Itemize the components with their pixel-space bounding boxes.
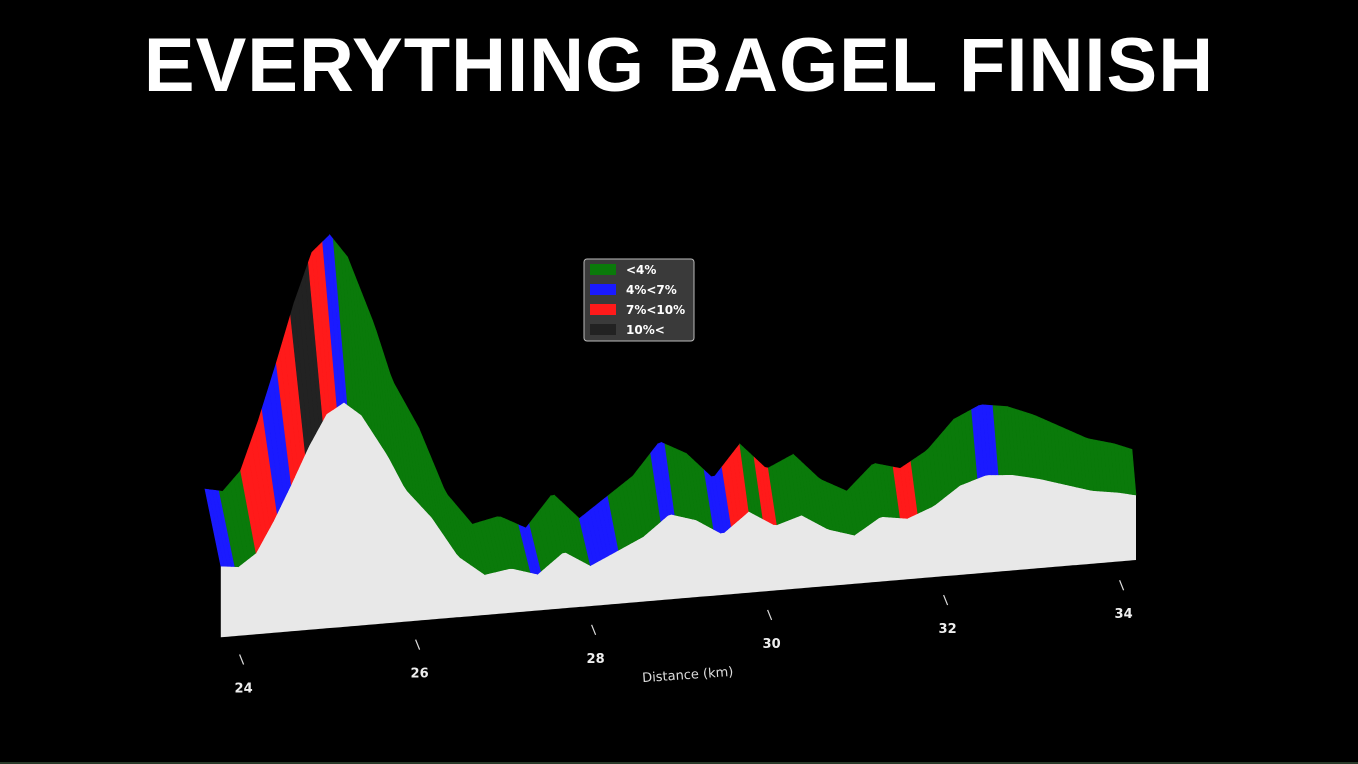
x-tick-label: 30 [763, 637, 781, 652]
x-tick-mark [1119, 580, 1125, 591]
x-tick-mark [767, 609, 773, 621]
x-tick-mark [415, 639, 421, 650]
legend: <4% 4%<7% 7%<10% 10%< [583, 258, 695, 342]
legend-swatch [590, 324, 616, 335]
x-tick-label: 34 [1115, 607, 1133, 622]
x-tick-mark [943, 594, 949, 606]
x-tick-label: 26 [411, 667, 429, 682]
x-tick-mark [239, 654, 245, 665]
legend-swatch [590, 304, 616, 315]
x-tick-label: 32 [939, 622, 957, 637]
legend-label: 7%<10% [626, 303, 685, 317]
legend-label: <4% [626, 263, 656, 277]
legend-label: 4%<7% [626, 283, 677, 297]
x-tick-label: 28 [587, 652, 605, 667]
legend-swatch [590, 284, 616, 295]
legend-label: 10%< [626, 323, 665, 337]
x-tick-mark [591, 624, 597, 636]
elevation-chart: 24 26 28 30 32 34 Distance (km) <4% 4%<7% 7%<10… [204, 233, 1137, 697]
legend-swatch [590, 264, 616, 275]
x-axis-label: Distance (km) [642, 665, 734, 686]
x-tick-label: 24 [235, 682, 253, 697]
